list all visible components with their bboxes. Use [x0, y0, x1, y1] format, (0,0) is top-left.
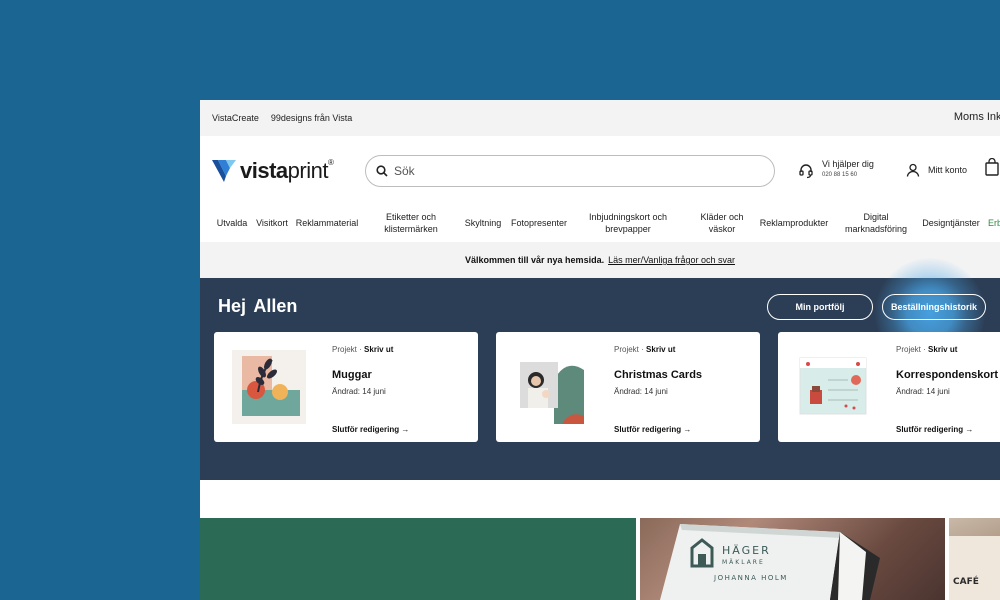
help-title: Vi hjälper dig	[822, 159, 874, 169]
finish-editing-link[interactable]: Slutför redigering →	[896, 425, 973, 434]
card-date: Ändrad: 14 juni	[614, 387, 668, 396]
project-card[interactable]: Projekt · Skriv ut Muggar Ändrad: 14 jun…	[214, 332, 478, 442]
card-date: Ändrad: 14 juni	[896, 387, 950, 396]
nav-item-utvalda[interactable]: Utvalda	[212, 204, 252, 242]
banner-faq-link[interactable]: Läs mer/Vanliga frågor och svar	[608, 255, 735, 265]
nav-item-inbjudningskort[interactable]: Inbjudningskort och brevpapper	[585, 204, 671, 242]
promo-strip: HÄGER MÄKLARE JOHANNA HOLM CAFÉ	[200, 518, 1000, 600]
arrow-right-icon: →	[965, 425, 974, 434]
project-card[interactable]: Projekt · Skriv ut Christmas Cards Ändra…	[496, 332, 760, 442]
nav-item-visitkort[interactable]: Visitkort	[254, 204, 290, 242]
vat-toggle[interactable]: Moms Inkl	[954, 111, 1000, 123]
nav-item-digital[interactable]: Digital marknadsföring	[840, 204, 912, 242]
finish-editing-link[interactable]: Slutför redigering →	[614, 425, 691, 434]
nav-item-fotopresenter[interactable]: Fotopresenter	[509, 204, 569, 242]
vistacreate-link[interactable]: VistaCreate	[212, 113, 259, 123]
vistaprint-logo[interactable]: vistaprint®	[212, 158, 334, 184]
arrow-right-icon: →	[401, 425, 410, 434]
greeting: Hej Allen	[218, 296, 298, 316]
card-meta: Projekt · Skriv ut	[896, 345, 958, 354]
card-title: Korrespondenskort	[896, 369, 999, 381]
nav-item-etiketter[interactable]: Etiketter och klistermärken	[380, 204, 442, 242]
card-company-text: HÄGER	[722, 544, 771, 557]
nav-item-reklamprodukter[interactable]: Reklamprodukter	[759, 204, 829, 242]
headset-icon	[799, 164, 813, 179]
site-header: vistaprint® Vi hjälper dig 020 88 15 60	[200, 136, 1000, 204]
card-title: Muggar	[332, 369, 372, 381]
browser-frame: VistaCreate 99designs från Vista Moms In…	[200, 100, 1000, 600]
cart-button[interactable]	[985, 157, 999, 181]
nav-item-skyltning[interactable]: Skyltning	[462, 204, 504, 242]
card-sub-text: MÄKLARE	[722, 559, 765, 566]
99designs-link[interactable]: 99designs från Vista	[271, 113, 352, 123]
cafe-photo[interactable]: CAFÉ	[949, 518, 1000, 600]
banner-text: Välkommen till vår nya hemsida.	[465, 255, 605, 265]
business-card-photo[interactable]: HÄGER MÄKLARE JOHANNA HOLM	[640, 518, 945, 600]
finish-editing-link[interactable]: Slutför redigering →	[332, 425, 409, 434]
logo-wordmark: vistaprint®	[240, 158, 334, 183]
search-input[interactable]	[394, 164, 744, 178]
arrow-right-icon: →	[683, 425, 692, 434]
promo-green-panel[interactable]	[200, 518, 636, 600]
account-label: Mitt konto	[928, 165, 968, 175]
correspondence-card-thumbnail	[796, 350, 870, 424]
cart-icon	[985, 157, 999, 176]
vistaprint-logo-icon	[212, 160, 236, 182]
card-meta: Projekt · Skriv ut	[332, 345, 394, 354]
welcome-banner: Välkommen till vår nya hemsida. Läs mer/…	[200, 242, 1000, 278]
christmas-card-thumbnail	[514, 350, 588, 424]
customer-dashboard: Hej Allen Min portfölj Beställningshisto…	[200, 258, 1000, 480]
category-nav: Utvalda Visitkort Reklammaterial Etikett…	[200, 204, 1000, 242]
nav-item-erbjudanden[interactable]: Erb	[988, 204, 1000, 242]
help-contact[interactable]: Vi hjälper dig 020 88 15 60	[798, 159, 874, 179]
card-name-text: JOHANNA HOLM	[713, 574, 788, 582]
mug-thumbnail	[232, 350, 306, 424]
project-card[interactable]: Projekt · Skriv ut Korrespondenskort Änd…	[778, 332, 1000, 442]
search-icon	[376, 165, 388, 177]
nav-item-klader[interactable]: Kläder och väskor	[697, 204, 747, 242]
card-title: Christmas Cards	[614, 369, 703, 381]
utility-bar: VistaCreate 99designs från Vista Moms In…	[200, 100, 1000, 136]
portfolio-button[interactable]: Min portfölj	[767, 294, 873, 320]
card-meta: Projekt · Skriv ut	[614, 345, 676, 354]
nav-item-reklammaterial[interactable]: Reklammaterial	[295, 204, 359, 242]
user-icon	[906, 163, 920, 177]
cafe-text: CAFÉ	[953, 575, 979, 587]
account-menu[interactable]: Mitt konto	[906, 163, 967, 177]
help-phone: 020 88 15 60	[822, 172, 858, 178]
order-history-button[interactable]: Beställningshistorik	[882, 294, 986, 320]
search-bar[interactable]	[365, 155, 775, 187]
card-date: Ändrad: 14 juni	[332, 387, 386, 396]
nav-item-designtjanster[interactable]: Designtjänster	[921, 204, 981, 242]
